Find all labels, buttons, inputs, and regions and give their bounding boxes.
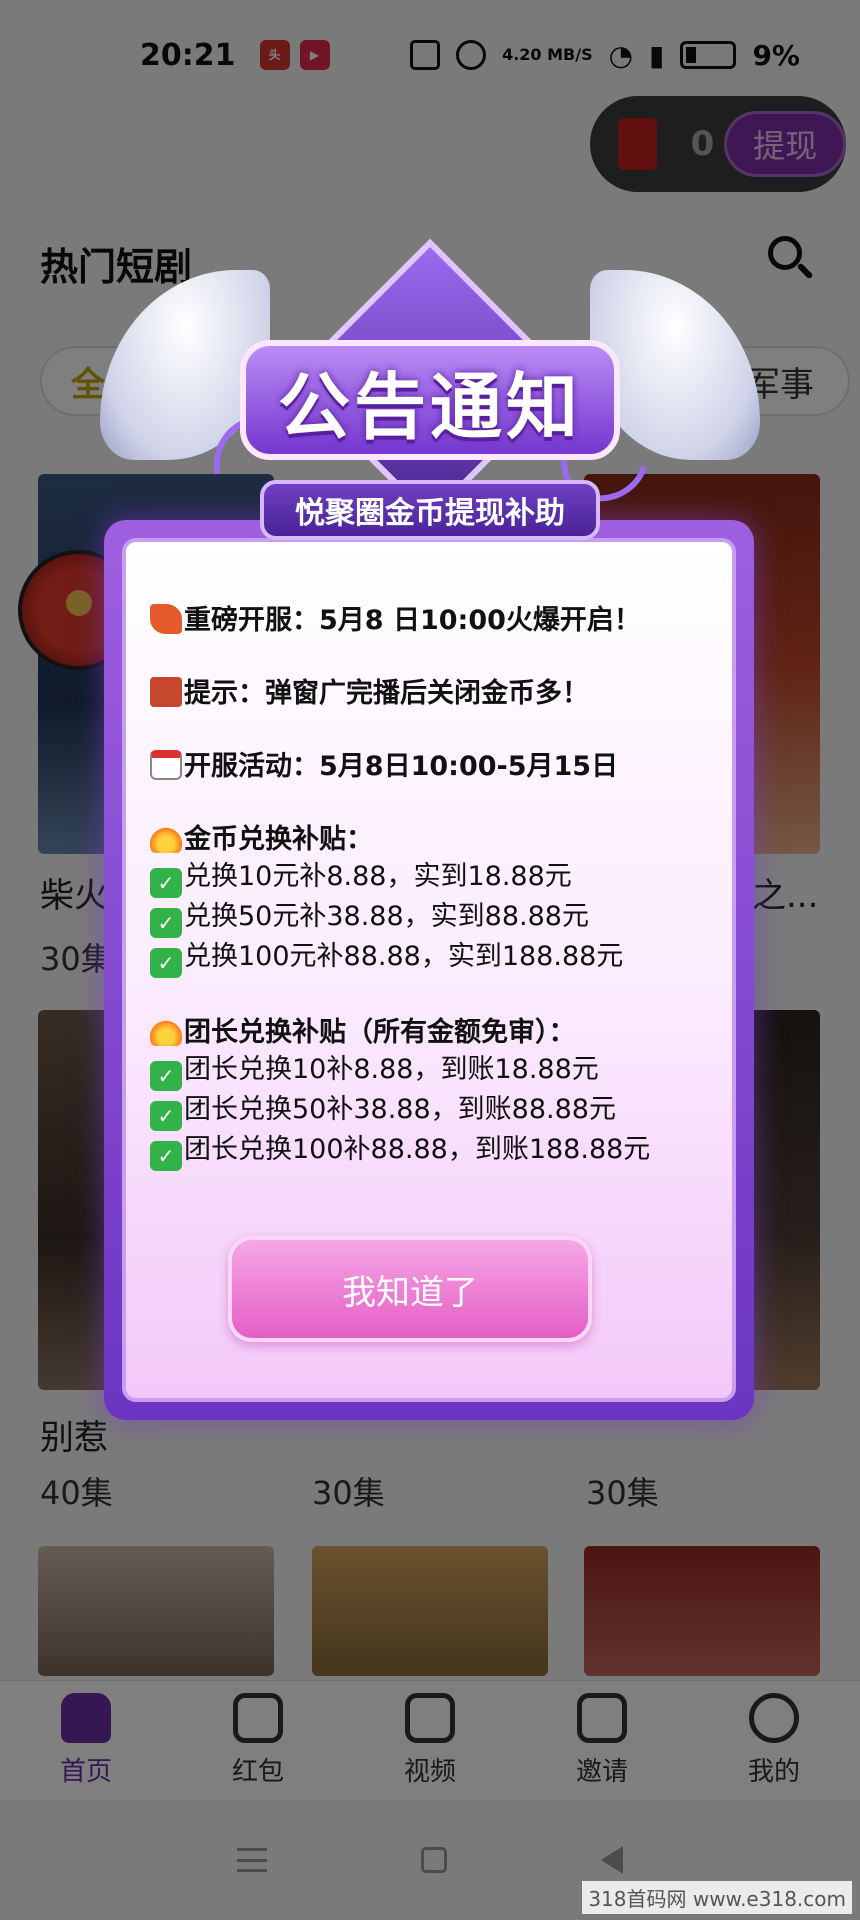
check-icon: ✓ [150, 948, 182, 978]
announcement-content: 重磅开服：5月8 日10:00火爆开启！ 提示：弹窗广完播后关闭金币多！ 开服活… [150, 602, 718, 1171]
fire-icon [150, 1016, 182, 1046]
announcement-dialog: 重磅开服：5月8 日10:00火爆开启！ 提示：弹窗广完播后关闭金币多！ 开服活… [104, 520, 754, 1420]
announcement-line: ✓ 兑换100元补88.88，实到188.88元 [150, 938, 718, 978]
announcement-line: ✓ 团长兑换10补8.88，到账18.88元 [150, 1051, 718, 1091]
title-plate: 公告通知 [240, 340, 620, 460]
dialog-subtitle: 悦聚圈金币提现补助 [295, 496, 565, 531]
check-icon: ✓ [150, 1061, 182, 1091]
announcement-line: ✓ 团长兑换50补38.88，到账88.88元 [150, 1091, 718, 1131]
announcement-line: ✓ 兑换10元补8.88，实到18.88元 [150, 858, 718, 898]
check-icon: ✓ [150, 1101, 182, 1131]
announcement-banner: 公告通知 悦聚圈金币提现补助 [100, 238, 760, 610]
calendar-icon [150, 750, 182, 780]
dialog-title: 公告通知 [277, 364, 582, 449]
check-icon: ✓ [150, 1141, 182, 1171]
announcement-line: 金币兑换补贴： [150, 821, 718, 858]
dialog-body: 重磅开服：5月8 日10:00火爆开启！ 提示：弹窗广完播后关闭金币多！ 开服活… [122, 538, 736, 1402]
fire-icon [150, 823, 182, 853]
subtitle-plate: 悦聚圈金币提现补助 [260, 480, 600, 540]
announcement-line: 团长兑换补贴（所有金额免审）： [150, 1014, 718, 1051]
check-icon: ✓ [150, 908, 182, 938]
acknowledge-button[interactable]: 我知道了 [228, 1236, 592, 1342]
megaphone-icon [150, 677, 182, 707]
watermark: 318首码网 www.e318.com [582, 1881, 852, 1914]
announcement-line: ✓ 团长兑换100补88.88，到账188.88元 [150, 1131, 718, 1171]
announcement-line: 提示：弹窗广完播后关闭金币多！ [150, 675, 718, 712]
announcement-line: ✓ 兑换50元补38.88，实到88.88元 [150, 898, 718, 938]
check-icon: ✓ [150, 868, 182, 898]
announcement-line: 开服活动：5月8日10:00-5月15日 [150, 748, 718, 785]
